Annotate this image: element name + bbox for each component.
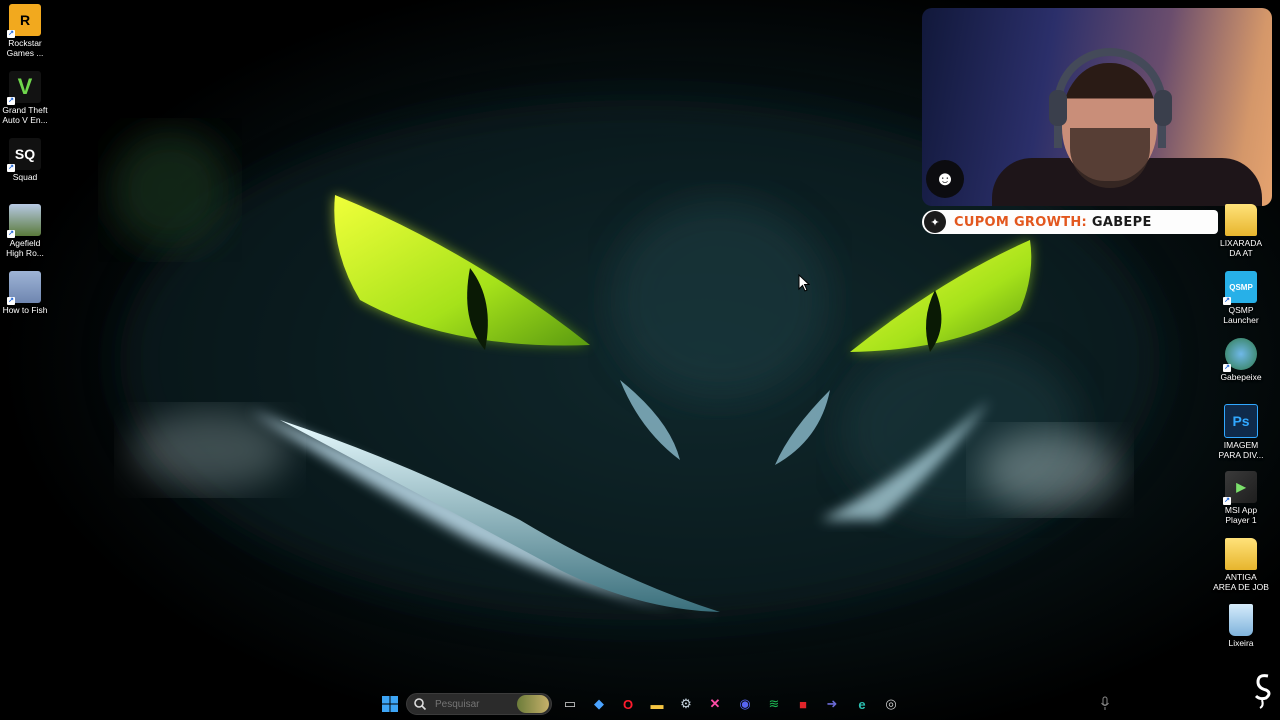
edge-icon: e [858,696,866,712]
streamer-logo-icon: ☻ [926,160,964,198]
taskbar-discord[interactable]: ◉ [733,692,757,716]
desktop-icon-label: Gabepeixe [1220,372,1262,382]
desktop-icon-label: QSMP Launcher [1223,305,1259,325]
taskbar-opera[interactable]: O [616,692,640,716]
taskbar-red-app[interactable]: ■ [791,692,815,716]
taskbar-capcut[interactable]: ✕ [703,692,727,716]
recycle-bin-icon [1229,604,1253,636]
desktop-icon-qsmp-launcher[interactable]: QSMP ↗ QSMP Launcher [1212,271,1270,325]
copilot-icon: ◆ [594,696,604,711]
desktop-icon-lixeira[interactable]: Lixeira [1212,604,1270,648]
search-input[interactable] [433,697,517,711]
taskbar-edge[interactable]: e [850,692,874,716]
capcut-icon: ✕ [709,696,721,711]
start-button[interactable] [378,692,402,716]
gta-v-icon: V ↗ [7,71,41,105]
folder-icon [1225,204,1257,236]
app-red-icon: ■ [799,696,807,712]
taskbar-arrow-app[interactable]: ➜ [820,692,844,716]
desktop-icon-gta-v[interactable]: V ↗ Grand Theft Auto V En... [0,71,50,125]
desktop-icon-how-to-fish[interactable]: ↗ How to Fish [0,271,50,315]
search-highlight-image [517,695,549,713]
coupon-banner: ✦ CUPOM GROWTH: GABEPE [922,210,1218,234]
opera-icon: O [622,696,634,712]
desktop-icon-label: Rockstar Games ... [6,38,44,58]
agefield-icon: ↗ [7,204,41,238]
task-view-icon: ▭ [563,696,577,711]
desktop-icon-agefield[interactable]: ↗ Agefield High Ro... [0,204,50,258]
steam-icon: ⚙ [680,696,692,711]
desktop-icon-imagem-para-div[interactable]: Ps IMAGEM PARA DIV... [1212,404,1270,460]
watermark-logo-icon [1254,674,1271,709]
desktop-icon-gabepeixe[interactable]: ↗ Gabepeixe [1212,338,1270,382]
desktop-icon-label: IMAGEM PARA DIV... [1218,440,1264,460]
desktop-icon-label: Lixeira [1228,638,1254,648]
taskbar-spotify[interactable]: ≋ [762,692,786,716]
search-icon [414,698,427,711]
desktop-icon-msi-app-player[interactable]: ▶ ↗ MSI App Player 1 [1212,471,1270,525]
webcam-overlay: ☻ [922,8,1272,206]
taskbar: ▭ ◆ O ▬ ⚙ ✕ ◉ ≋ ■ ➜ e ◎ [0,688,1280,720]
how-to-fish-icon: ↗ [7,271,41,305]
gabepeixe-icon: ↗ [1223,338,1257,372]
taskbar-obs[interactable]: ◎ [879,692,903,716]
desktop-icon-label: LIXARADA DA AT [1219,238,1263,258]
msi-app-player-icon: ▶ ↗ [1223,471,1257,505]
desktop-icon-lixarada[interactable]: LIXARADA DA AT [1212,204,1270,258]
mouse-cursor-icon [798,274,810,292]
desktop-icon-label: Agefield High Ro... [6,238,44,258]
coupon-prefix: CUPOM GROWTH: [954,214,1088,230]
rockstar-icon: R ↗ [7,4,41,38]
taskbar-file-explorer[interactable]: ▬ [645,692,669,716]
folder-icon [1225,538,1257,570]
taskbar-task-view[interactable]: ▭ [558,692,582,716]
discord-icon: ◉ [739,696,751,711]
desktop-icon-label: Squad [12,172,38,182]
desktop-icon-antiga-area-de-job[interactable]: ANTIGA AREA DE JOB [1212,538,1270,592]
desktop-icon-label: MSI App Player 1 [1224,505,1258,525]
coupon-code: GABEPE [1091,214,1152,230]
windows-logo-icon [382,696,398,712]
obs-icon: ◎ [885,696,897,711]
microphone-icon[interactable] [1100,696,1110,712]
taskbar-steam[interactable]: ⚙ [674,692,698,716]
file-explorer-icon: ▬ [650,696,664,712]
squad-icon: SQ ↗ [7,138,41,172]
photoshop-psd-icon: Ps [1224,404,1258,438]
taskbar-copilot[interactable]: ◆ [587,692,611,716]
taskbar-search[interactable] [406,693,552,715]
spotify-icon: ≋ [768,696,780,711]
desktop-icon-label: How to Fish [2,305,48,315]
desktop-icon-label: Grand Theft Auto V En... [2,105,48,125]
desktop-icon-squad[interactable]: SQ ↗ Squad [0,138,50,182]
arrow-app-icon: ➜ [826,696,838,711]
growth-logo-icon: ✦ [924,211,946,233]
qsmp-icon: QSMP ↗ [1223,271,1257,305]
desktop-icon-label: ANTIGA AREA DE JOB [1213,572,1269,592]
desktop-icon-rockstar-games[interactable]: R ↗ Rockstar Games ... [0,4,50,58]
